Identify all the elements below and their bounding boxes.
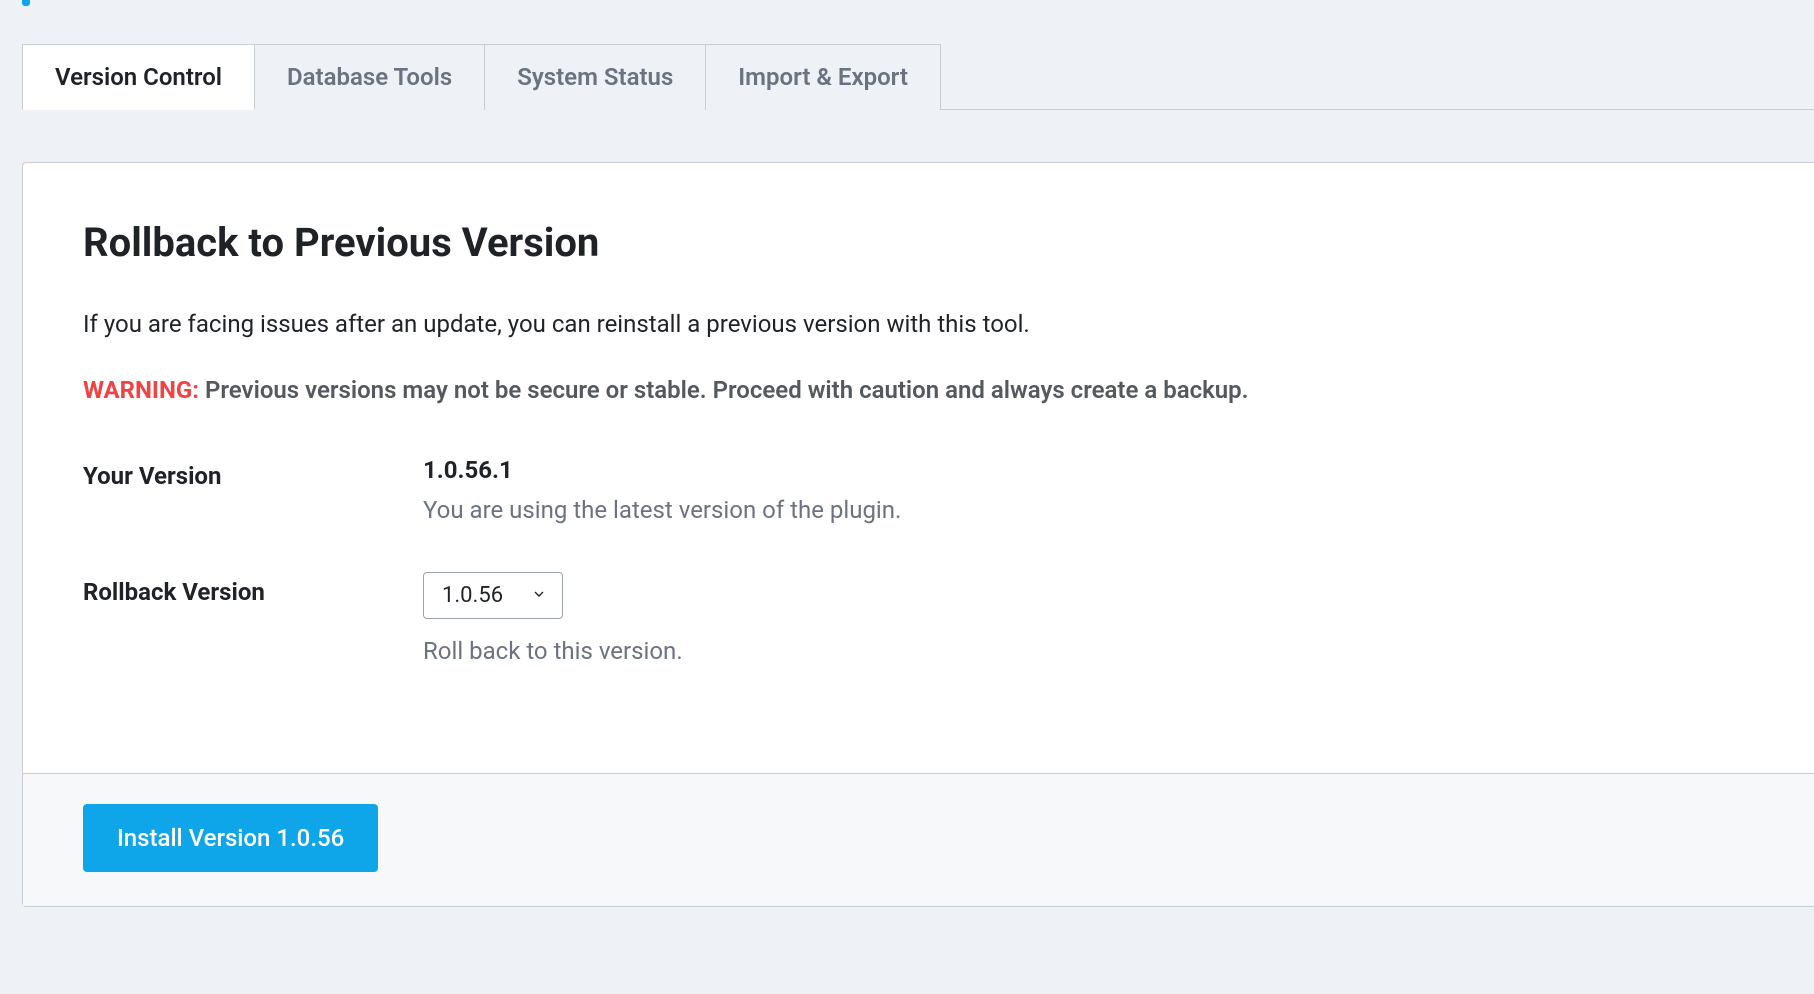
- tab-label: Version Control: [55, 63, 222, 91]
- top-accent-bar: [0, 0, 1814, 6]
- tab-version-control[interactable]: Version Control: [22, 44, 255, 110]
- tab-system-status[interactable]: System Status: [484, 44, 706, 110]
- tab-import-export[interactable]: Import & Export: [705, 44, 941, 110]
- version-control-panel: Rollback to Previous Version If you are …: [22, 162, 1814, 907]
- your-version-value-wrap: 1.0.56.1 You are using the latest versio…: [423, 456, 1754, 528]
- your-version-note: You are using the latest version of the …: [423, 492, 1754, 528]
- warning-text: Previous versions may not be secure or s…: [205, 376, 1249, 404]
- rollback-version-select[interactable]: 1.0.56: [423, 572, 563, 619]
- rollback-version-row: Rollback Version 1.0.56 Roll back to thi…: [83, 572, 1754, 669]
- warning-label: WARNING:: [83, 376, 199, 404]
- your-version-value: 1.0.56.1: [423, 456, 1754, 484]
- install-version-button[interactable]: Install Version 1.0.56: [83, 804, 378, 872]
- your-version-label: Your Version: [83, 456, 423, 490]
- tab-label: System Status: [517, 63, 673, 91]
- panel-footer: Install Version 1.0.56: [23, 773, 1814, 906]
- rollback-version-value-wrap: 1.0.56 Roll back to this version.: [423, 572, 1754, 669]
- your-version-row: Your Version 1.0.56.1 You are using the …: [83, 456, 1754, 528]
- tabs-nav: Version Control Database Tools System St…: [22, 44, 1814, 110]
- tab-label: Database Tools: [287, 63, 452, 91]
- panel-title: Rollback to Previous Version: [83, 219, 1754, 266]
- panel-description: If you are facing issues after an update…: [83, 306, 1754, 342]
- rollback-select-wrap: 1.0.56: [423, 572, 563, 619]
- panel-body: Rollback to Previous Version If you are …: [23, 163, 1814, 773]
- rollback-version-label: Rollback Version: [83, 572, 423, 606]
- warning-line: WARNING: Previous versions may not be se…: [83, 372, 1754, 408]
- tab-label: Import & Export: [738, 63, 908, 91]
- tab-database-tools[interactable]: Database Tools: [254, 44, 485, 110]
- rollback-version-note: Roll back to this version.: [423, 633, 1754, 669]
